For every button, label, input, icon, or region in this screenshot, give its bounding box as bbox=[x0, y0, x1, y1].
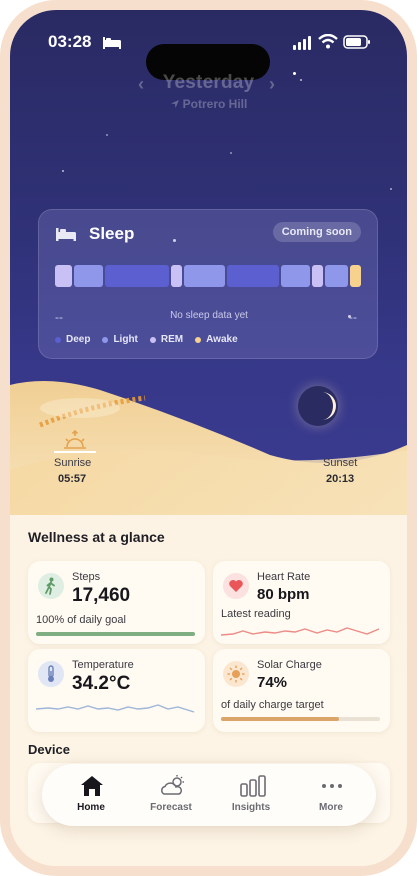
sleep-segment-light bbox=[184, 265, 225, 287]
tab-more[interactable]: More bbox=[296, 772, 366, 820]
tab-forecast[interactable]: Forecast bbox=[136, 772, 206, 820]
sunset-time: 20:13 bbox=[326, 473, 355, 485]
heart-rate-sparkline bbox=[221, 627, 380, 636]
tab-home-label: Home bbox=[77, 802, 105, 813]
sunrise-label: Sunrise bbox=[54, 457, 92, 469]
temperature-sparkline bbox=[36, 704, 195, 713]
heart-rate-card[interactable]: Heart Rate 80 bpm Latest reading bbox=[213, 561, 390, 644]
sleep-segment-deep bbox=[105, 265, 169, 287]
location-arrow-icon bbox=[170, 100, 179, 108]
location-label: Potrero Hill bbox=[10, 97, 407, 111]
steps-card[interactable]: Steps 17,460 100% of daily goal bbox=[28, 561, 205, 644]
sleep-segment-rem bbox=[312, 265, 323, 287]
solar-charge-sub: of daily charge target bbox=[221, 699, 324, 711]
sleep-legend: Deep Light REM Awake bbox=[55, 334, 238, 345]
bed-status-icon bbox=[103, 37, 121, 49]
wifi-icon bbox=[318, 34, 338, 49]
heart-rate-value: 80 bpm bbox=[257, 586, 310, 603]
tab-more-label: More bbox=[319, 802, 343, 813]
sunrise-icon bbox=[64, 430, 86, 449]
legend-awake: Awake bbox=[195, 334, 238, 345]
temperature-card[interactable]: Temperature 34.2°C bbox=[28, 649, 205, 732]
coming-soon-badge: Coming soon bbox=[272, 222, 361, 242]
steps-progress-track bbox=[36, 632, 195, 636]
sleep-segment-rem bbox=[55, 265, 72, 287]
sleep-segment-light bbox=[281, 265, 310, 287]
sleep-segment-deep bbox=[227, 265, 279, 287]
legend-rem: REM bbox=[149, 334, 183, 345]
solar-progress-track bbox=[221, 717, 380, 721]
sleep-title: Sleep bbox=[89, 224, 135, 243]
steps-value: 17,460 bbox=[72, 585, 131, 606]
legend-deep: Deep bbox=[55, 334, 90, 345]
sleep-segment-awake bbox=[350, 265, 361, 287]
moon-icon bbox=[298, 386, 338, 426]
steps-progress-fill bbox=[36, 632, 195, 636]
no-sleep-data-text: No sleep data yet bbox=[170, 310, 248, 321]
heart-icon bbox=[223, 573, 249, 599]
location-text: Potrero Hill bbox=[182, 97, 248, 111]
thermometer-icon bbox=[38, 661, 64, 687]
sleep-stage-bar bbox=[55, 265, 363, 287]
bed-icon bbox=[56, 228, 76, 241]
sleep-segment-light bbox=[325, 265, 348, 287]
device-heading: Device bbox=[28, 742, 70, 757]
bar-chart-icon bbox=[240, 775, 266, 797]
wellness-heading: Wellness at a glance bbox=[28, 529, 165, 545]
temperature-value: 34.2°C bbox=[72, 673, 131, 694]
battery-icon bbox=[343, 35, 370, 49]
solar-charge-card[interactable]: Solar Charge 74% of daily charge target bbox=[213, 649, 390, 732]
solar-progress-fill bbox=[221, 717, 339, 721]
phone-frame: 03:28 ‹ › Yesterday Potrero Hill Sleep C… bbox=[0, 0, 417, 876]
heart-rate-label: Heart Rate bbox=[257, 571, 311, 583]
date-header: Yesterday Potrero Hill bbox=[10, 72, 407, 111]
legend-light: Light bbox=[102, 334, 138, 345]
sunset-label: Sunset bbox=[323, 457, 358, 469]
temperature-label: Temperature bbox=[72, 659, 134, 671]
tab-home[interactable]: Home bbox=[56, 772, 126, 820]
bottom-tab-bar: Home Forecast Insights More bbox=[42, 764, 376, 826]
sleep-end-placeholder: -- bbox=[349, 310, 357, 324]
sleep-card[interactable]: Sleep Coming soon -- No sleep data yet -… bbox=[38, 209, 378, 359]
status-time: 03:28 bbox=[48, 32, 92, 51]
sunrise-time: 05:57 bbox=[58, 473, 87, 485]
more-icon bbox=[322, 784, 342, 788]
day-title: Yesterday bbox=[162, 72, 255, 93]
sand-dune-illustration bbox=[10, 381, 407, 540]
tab-insights[interactable]: Insights bbox=[216, 772, 286, 820]
sleep-segment-light bbox=[74, 265, 103, 287]
cellular-signal-icon bbox=[293, 36, 311, 50]
sunrise-indicator bbox=[54, 451, 96, 453]
walking-icon bbox=[38, 573, 64, 599]
sleep-segment-rem bbox=[171, 265, 182, 287]
cloud-sun-icon bbox=[161, 775, 184, 795]
heart-rate-sub: Latest reading bbox=[221, 608, 291, 620]
home-icon bbox=[81, 776, 103, 796]
status-bar: 03:28 bbox=[10, 32, 407, 80]
steps-label: Steps bbox=[72, 571, 101, 583]
steps-goal-text: 100% of daily goal bbox=[36, 614, 126, 626]
sun-icon bbox=[223, 661, 249, 687]
app-screen: 03:28 ‹ › Yesterday Potrero Hill Sleep C… bbox=[10, 10, 407, 866]
solar-charge-value: 74% bbox=[257, 674, 288, 691]
solar-charge-label: Solar Charge bbox=[257, 659, 322, 671]
tab-forecast-label: Forecast bbox=[150, 802, 192, 813]
tab-insights-label: Insights bbox=[231, 802, 271, 813]
